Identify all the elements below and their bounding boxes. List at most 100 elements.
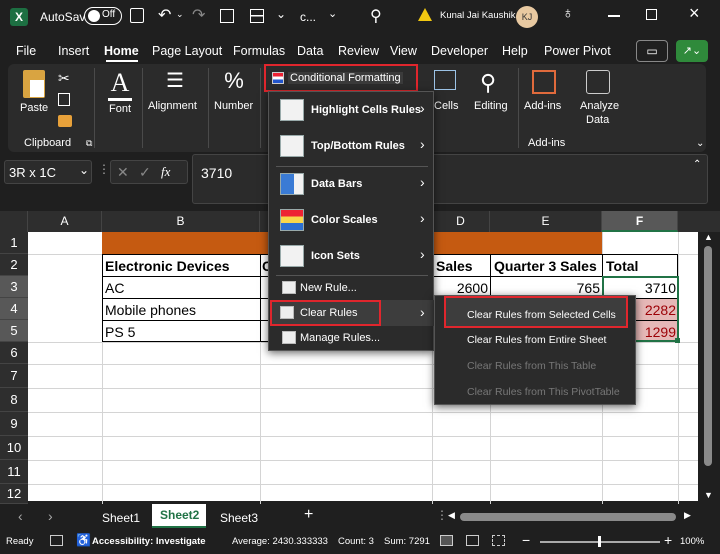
search-icon[interactable]: ⚲ xyxy=(370,6,382,26)
conditional-formatting-button[interactable]: Conditional Formatting xyxy=(264,64,418,92)
row-header-3[interactable]: 3 xyxy=(0,276,28,298)
header-total[interactable]: Total xyxy=(606,255,638,277)
menu-item-top-bottom-rules[interactable]: Top/Bottom Rules › xyxy=(270,128,434,164)
prev-sheet-icon[interactable]: ‹ xyxy=(18,508,23,524)
menu-formulas[interactable]: Formulas xyxy=(233,44,285,58)
maximize-icon[interactable] xyxy=(646,9,657,20)
column-header-d[interactable]: D xyxy=(432,211,490,232)
column-header-e[interactable]: E xyxy=(490,211,602,232)
menu-developer[interactable]: Developer xyxy=(431,44,488,58)
font-button[interactable]: A Font xyxy=(104,68,136,128)
horizontal-scrollbar[interactable]: ◀ ▶ xyxy=(448,510,698,524)
name-box[interactable]: 3R x 1C ⌄ xyxy=(4,160,92,184)
cell-b5[interactable]: PS 5 xyxy=(105,321,135,343)
row-header-9[interactable]: 9 xyxy=(0,412,28,436)
zoom-thumb[interactable] xyxy=(598,536,601,547)
menu-home[interactable]: Home xyxy=(104,44,139,58)
zoom-out-icon[interactable]: − xyxy=(522,532,530,548)
scroll-thumb[interactable] xyxy=(460,513,676,521)
gridview-icon[interactable] xyxy=(250,9,264,23)
page-layout-view-icon[interactable] xyxy=(466,535,479,546)
customize-qat-icon[interactable]: ⌄ xyxy=(276,7,286,21)
editing-button[interactable]: ⚲ Editing xyxy=(474,68,510,128)
save-icon[interactable] xyxy=(130,8,144,23)
cut-icon[interactable]: ✂ xyxy=(58,70,70,87)
sheet-tab-2[interactable]: Sheet2 xyxy=(152,504,206,528)
more-tabs-icon[interactable]: ⋮ xyxy=(436,508,448,522)
menu-item-color-scales[interactable]: Color Scales › xyxy=(270,202,434,238)
number-button[interactable]: % Number xyxy=(212,68,256,128)
row-header-11[interactable]: 11 xyxy=(0,460,28,484)
menu-help[interactable]: Help xyxy=(502,44,528,58)
row-header-12[interactable]: 12 xyxy=(0,484,28,504)
header-quarter3-sales[interactable]: Quarter 3 Sales xyxy=(494,255,597,277)
file-dropdown-icon[interactable]: ⌄ xyxy=(328,7,337,20)
paste-button[interactable]: Paste xyxy=(20,70,50,122)
row-header-7[interactable]: 7 xyxy=(0,364,28,388)
menu-item-new-rule[interactable]: New Rule... xyxy=(270,276,434,300)
menu-file[interactable]: File xyxy=(16,44,36,58)
zoom-slider[interactable] xyxy=(540,536,660,547)
undo-icon[interactable]: ↶ xyxy=(158,5,171,25)
form-icon[interactable] xyxy=(220,9,234,23)
cell-b3[interactable]: AC xyxy=(105,277,124,299)
dialog-launcher-icon[interactable]: ⧉ xyxy=(86,138,92,149)
enter-icon[interactable]: ✓ xyxy=(139,164,151,181)
fill-handle[interactable] xyxy=(675,338,680,343)
autosave-toggle[interactable]: Off xyxy=(84,7,122,25)
normal-view-icon[interactable] xyxy=(440,535,453,546)
zoom-in-icon[interactable]: + xyxy=(664,532,672,548)
menu-item-clear-rules[interactable]: Clear Rules › xyxy=(270,300,434,326)
row-header-1[interactable]: 1 xyxy=(0,232,28,254)
expand-formula-icon[interactable]: ⌃ xyxy=(693,159,701,170)
row-header-4[interactable]: 4 xyxy=(0,298,28,320)
column-header-a[interactable]: A xyxy=(28,211,102,232)
submenu-clear-selected-cells[interactable]: Clear Rules from Selected Cells xyxy=(444,296,628,328)
user-avatar[interactable]: KJ xyxy=(516,6,538,28)
addins-button[interactable]: Add-ins xyxy=(524,68,566,128)
menu-page-layout[interactable]: Page Layout xyxy=(152,44,222,58)
row-header-10[interactable]: 10 xyxy=(0,436,28,460)
comments-button[interactable]: ▭ xyxy=(636,40,668,62)
formula-bar-more-icon[interactable]: ⋮ xyxy=(98,162,110,176)
row-header-2[interactable]: 2 xyxy=(0,254,28,276)
close-icon[interactable]: × xyxy=(689,3,700,24)
submenu-clear-entire-sheet[interactable]: Clear Rules from Entire Sheet xyxy=(467,334,606,346)
menu-power-pivot[interactable]: Power Pivot xyxy=(544,44,611,58)
share-button[interactable]: ↗⌄ xyxy=(676,40,708,62)
undo-dropdown-icon[interactable]: ⌄ xyxy=(176,9,184,20)
menu-data[interactable]: Data xyxy=(297,44,323,58)
macro-record-icon[interactable] xyxy=(50,535,63,546)
cells-label[interactable]: Cells xyxy=(434,100,458,112)
cancel-icon[interactable]: ✕ xyxy=(117,164,129,181)
header-sales[interactable]: Sales xyxy=(436,255,473,277)
menu-insert[interactable]: Insert xyxy=(58,44,89,58)
scroll-thumb[interactable] xyxy=(704,246,712,466)
menu-item-highlight-cells-rules[interactable]: Highlight Cells Rules › xyxy=(270,92,434,128)
header-electronic-devices[interactable]: Electronic Devices xyxy=(105,255,259,277)
menu-item-manage-rules[interactable]: Manage Rules... xyxy=(270,326,434,350)
page-break-view-icon[interactable] xyxy=(492,535,505,546)
sheet-tab-3[interactable]: Sheet3 xyxy=(220,511,258,525)
menu-item-icon-sets[interactable]: Icon Sets › xyxy=(270,238,434,274)
select-all-corner[interactable] xyxy=(0,211,28,232)
lightbulb-icon[interactable]: ♁ xyxy=(562,5,574,23)
copy-icon[interactable] xyxy=(58,93,70,106)
ribbon-collapse-icon[interactable]: ⌄ xyxy=(696,138,704,149)
cell-b4[interactable]: Mobile phones xyxy=(105,299,196,321)
vertical-scrollbar[interactable]: ▲ ▼ xyxy=(698,232,720,504)
row-header-5[interactable]: 5 xyxy=(0,320,28,342)
minimize-icon[interactable] xyxy=(608,15,620,17)
add-sheet-icon[interactable]: + xyxy=(304,506,313,524)
column-header-f[interactable]: F xyxy=(602,211,678,232)
menu-review[interactable]: Review xyxy=(338,44,379,58)
menu-item-data-bars[interactable]: Data Bars › xyxy=(270,166,434,202)
sheet-tab-1[interactable]: Sheet1 xyxy=(102,511,140,525)
analyze-data-button[interactable]: Analyze Data xyxy=(576,68,622,132)
format-painter-icon[interactable] xyxy=(58,115,72,127)
next-sheet-icon[interactable]: › xyxy=(48,508,53,524)
menu-view[interactable]: View xyxy=(390,44,417,58)
row-header-8[interactable]: 8 xyxy=(0,388,28,412)
accessibility-status[interactable]: Accessibility: Investigate xyxy=(92,536,206,547)
row-header-6[interactable]: 6 xyxy=(0,342,28,364)
